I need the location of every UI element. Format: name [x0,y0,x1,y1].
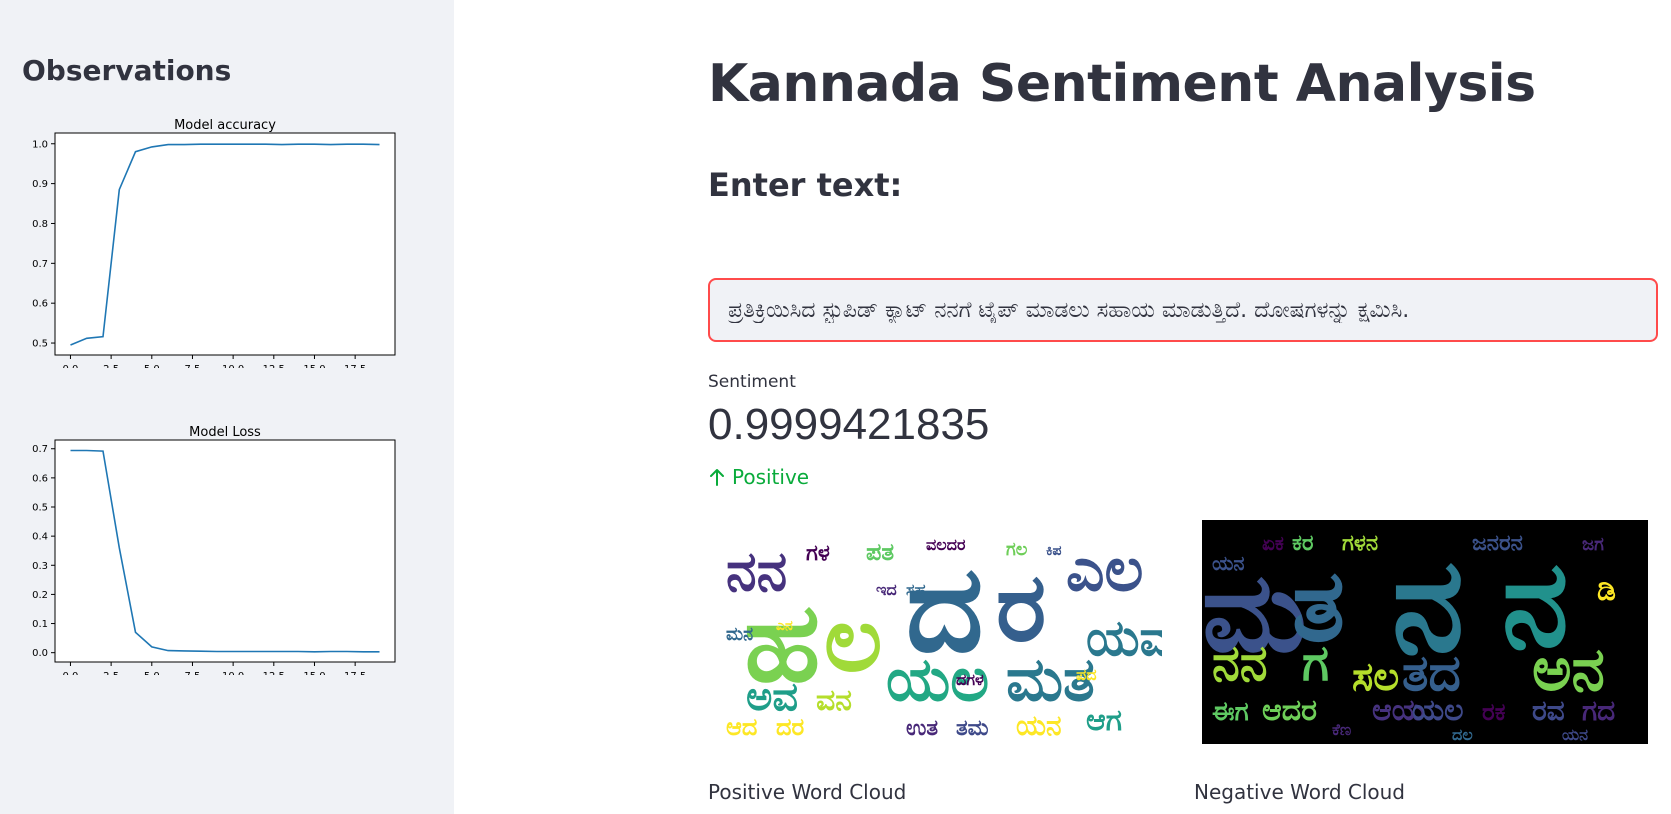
loss-chart-y-tick-label: 0.5 [32,503,48,514]
svg-text:ನನ: ನನ [1212,634,1268,692]
svg-text:ಜನರನ: ಜನರನ [1472,531,1523,556]
accuracy-chart-x-tick-label: 15.0 [303,364,325,368]
svg-text:ಯನ: ಯನ [1016,709,1062,742]
svg-text:ಮನ: ಮನ [726,624,753,645]
svg-text:ದಗಳ: ದಗಳ [956,670,984,689]
svg-text:ಈಗ: ಈಗ [1212,697,1249,727]
input-label: Enter text: [708,166,903,204]
accuracy-chart-title: Model accuracy [174,118,276,133]
svg-text:ತಮ: ತಮ [956,716,989,741]
positive-word-cloud-caption: Positive Word Cloud [708,780,907,804]
arrow-up-icon [710,469,724,486]
accuracy-chart-x-tick-label: 5.0 [144,364,160,368]
accuracy-chart-x-tick-label: 2.5 [103,364,119,368]
svg-text:ಏಕ: ಏಕ [1262,531,1284,555]
accuracy-chart-y-tick-label: 0.9 [32,179,48,190]
accuracy-chart-x-tick-label: 12.5 [263,364,285,368]
svg-text:ವಲದರ: ವಲದರ [926,535,966,554]
loss-chart-x-tick-label: 5.0 [144,671,160,675]
negative-word-cloud-image: ಮ ತ ನ ನ ನನ ಗ ಸಲ ತದ ಅನ ಈಗ ಆದರ ಆಯ ಯಲ ರಕ ರವ… [1202,520,1648,744]
main-content: Kannada Sentiment Analysis Enter text: S… [454,0,1671,814]
accuracy-chart-y-tick-label: 0.5 [32,339,48,350]
svg-text:ಯವ: ಯವ [1086,609,1162,667]
svg-text:ಯನ: ಯನ [1212,551,1245,575]
svg-text:ಗಳ: ಗಳ [806,541,830,566]
svg-text:ಪತ: ಪತ [866,538,894,566]
svg-text:ಪದ: ಪದ [1076,665,1097,684]
svg-text:ಗದ: ಗದ [1582,694,1615,727]
metric-delta-label: Positive [732,465,810,489]
svg-text:ಲ: ಲ [824,587,882,692]
svg-text:ಇದ: ಇದ [876,580,897,599]
accuracy-chart-y-tick-label: 0.7 [32,259,48,270]
svg-text:ಗಳನ: ಗಳನ [1342,531,1378,556]
loss-chart-x-tick-label: 15.0 [303,671,325,675]
svg-text:ಜಗ: ಜಗ [1582,534,1604,555]
loss-chart-title: Model Loss [189,425,261,440]
svg-text:ಕರ: ಕರ [1292,531,1314,556]
svg-text:ಸಹ: ಸಹ [906,580,926,599]
svg-text:ನನ: ನನ [726,539,787,603]
loss-chart-y-tick-label: 0.3 [32,561,48,572]
accuracy-chart-y-tick-label: 1.0 [32,139,48,150]
accuracy-chart: Model accuracy 0.0 2.5 5.0 7.5 10.0 12.5 15.0 17… [18,118,430,368]
loss-chart-x-tick-label: 7.5 [185,671,201,675]
loss-chart-y-tick-label: 0.1 [32,619,48,630]
svg-text:ಆಗ: ಆಗ [1086,703,1122,738]
page-title: Kannada Sentiment Analysis [708,54,1536,114]
accuracy-chart-x-tick-label: 7.5 [185,364,201,368]
accuracy-chart-y-tick-label: 0.8 [32,219,48,230]
svg-text:ದಲ: ದಲ [1452,725,1473,744]
svg-text:ವನ: ವನ [816,683,852,718]
svg-text:ಎನ: ಎನ [776,618,793,634]
svg-text:ರವ: ರವ [1532,694,1565,727]
metric-label: Sentiment [708,372,796,392]
loss-chart-y-tick-label: 0.4 [32,532,48,543]
svg-text:ಗಲ: ಗಲ [1006,539,1028,560]
loss-chart-x-tick-label: 2.5 [103,671,119,675]
loss-chart-y-tick-label: 0.2 [32,590,48,601]
svg-text:ಯಲ: ಯಲ [1412,693,1464,728]
text-input[interactable] [708,278,1658,342]
svg-text:ಡಿ: ಡಿ [1597,573,1616,608]
loss-chart-y-tick-label: 0.6 [32,473,48,484]
loss-chart-x-tick-label: 10.0 [222,671,244,675]
svg-text:ರಕ: ರಕ [1482,698,1506,726]
svg-text:ಎಲ: ಎಲ [1066,535,1143,605]
svg-text:ಯನ: ಯನ [1562,725,1588,744]
svg-text:ಗ: ಗ [1302,634,1329,692]
accuracy-chart-x-tick-label: 0.0 [63,364,79,368]
sidebar: Observations Model accuracy 0.0 2.5 5.0 7.5 1… [0,0,454,814]
accuracy-chart-y-tick-label: 0.6 [32,299,48,310]
loss-chart: Model Loss 0.0 2.5 5.0 7.5 10.0 12.5 15.0 17.5 0.… [18,425,430,675]
loss-chart-x-tick-label: 0.0 [63,671,79,675]
loss-chart-x-tick-label: 17.5 [344,671,366,675]
accuracy-chart-x-tick-label: 10.0 [222,364,244,368]
svg-text:ಕಿಪ: ಕಿಪ [1046,543,1062,559]
svg-text:ದರ: ದರ [776,713,805,741]
loss-chart-y-tick-label: 0.0 [32,648,48,659]
accuracy-chart-svg: Model accuracy 0.0 2.5 5.0 7.5 10.0 12.5 15.0 17… [32,118,396,368]
accuracy-chart-plot-area [54,132,396,356]
loss-chart-x-tick-label: 12.5 [263,671,285,675]
svg-text:ಕೆಣ: ಕೆಣ [1332,720,1351,739]
negative-word-cloud-caption: Negative Word Cloud [1194,780,1406,804]
svg-text:ಉತ: ಉತ [906,716,938,741]
loss-chart-y-tick-label: 0.7 [32,444,48,455]
svg-text:ಆದ: ಆದ [726,713,757,741]
metric-delta: Positive [708,465,809,489]
sidebar-title: Observations [22,54,232,87]
loss-chart-svg: Model Loss 0.0 2.5 5.0 7.5 10.0 12.5 15.0 17.5 0.… [32,425,396,675]
positive-word-cloud-image: ಹ ಲ ದ ರ ಎಲ ಯವ ನನ ಗಳ ಯಲ ಮತ ಅವ ವನ ಆದ ದರ ಉತ… [716,520,1162,744]
accuracy-chart-x-tick-label: 17.5 [344,364,366,368]
svg-text:ಆದರ: ಆದರ [1262,693,1317,728]
metric-value: 0.9999421835 [708,400,990,449]
